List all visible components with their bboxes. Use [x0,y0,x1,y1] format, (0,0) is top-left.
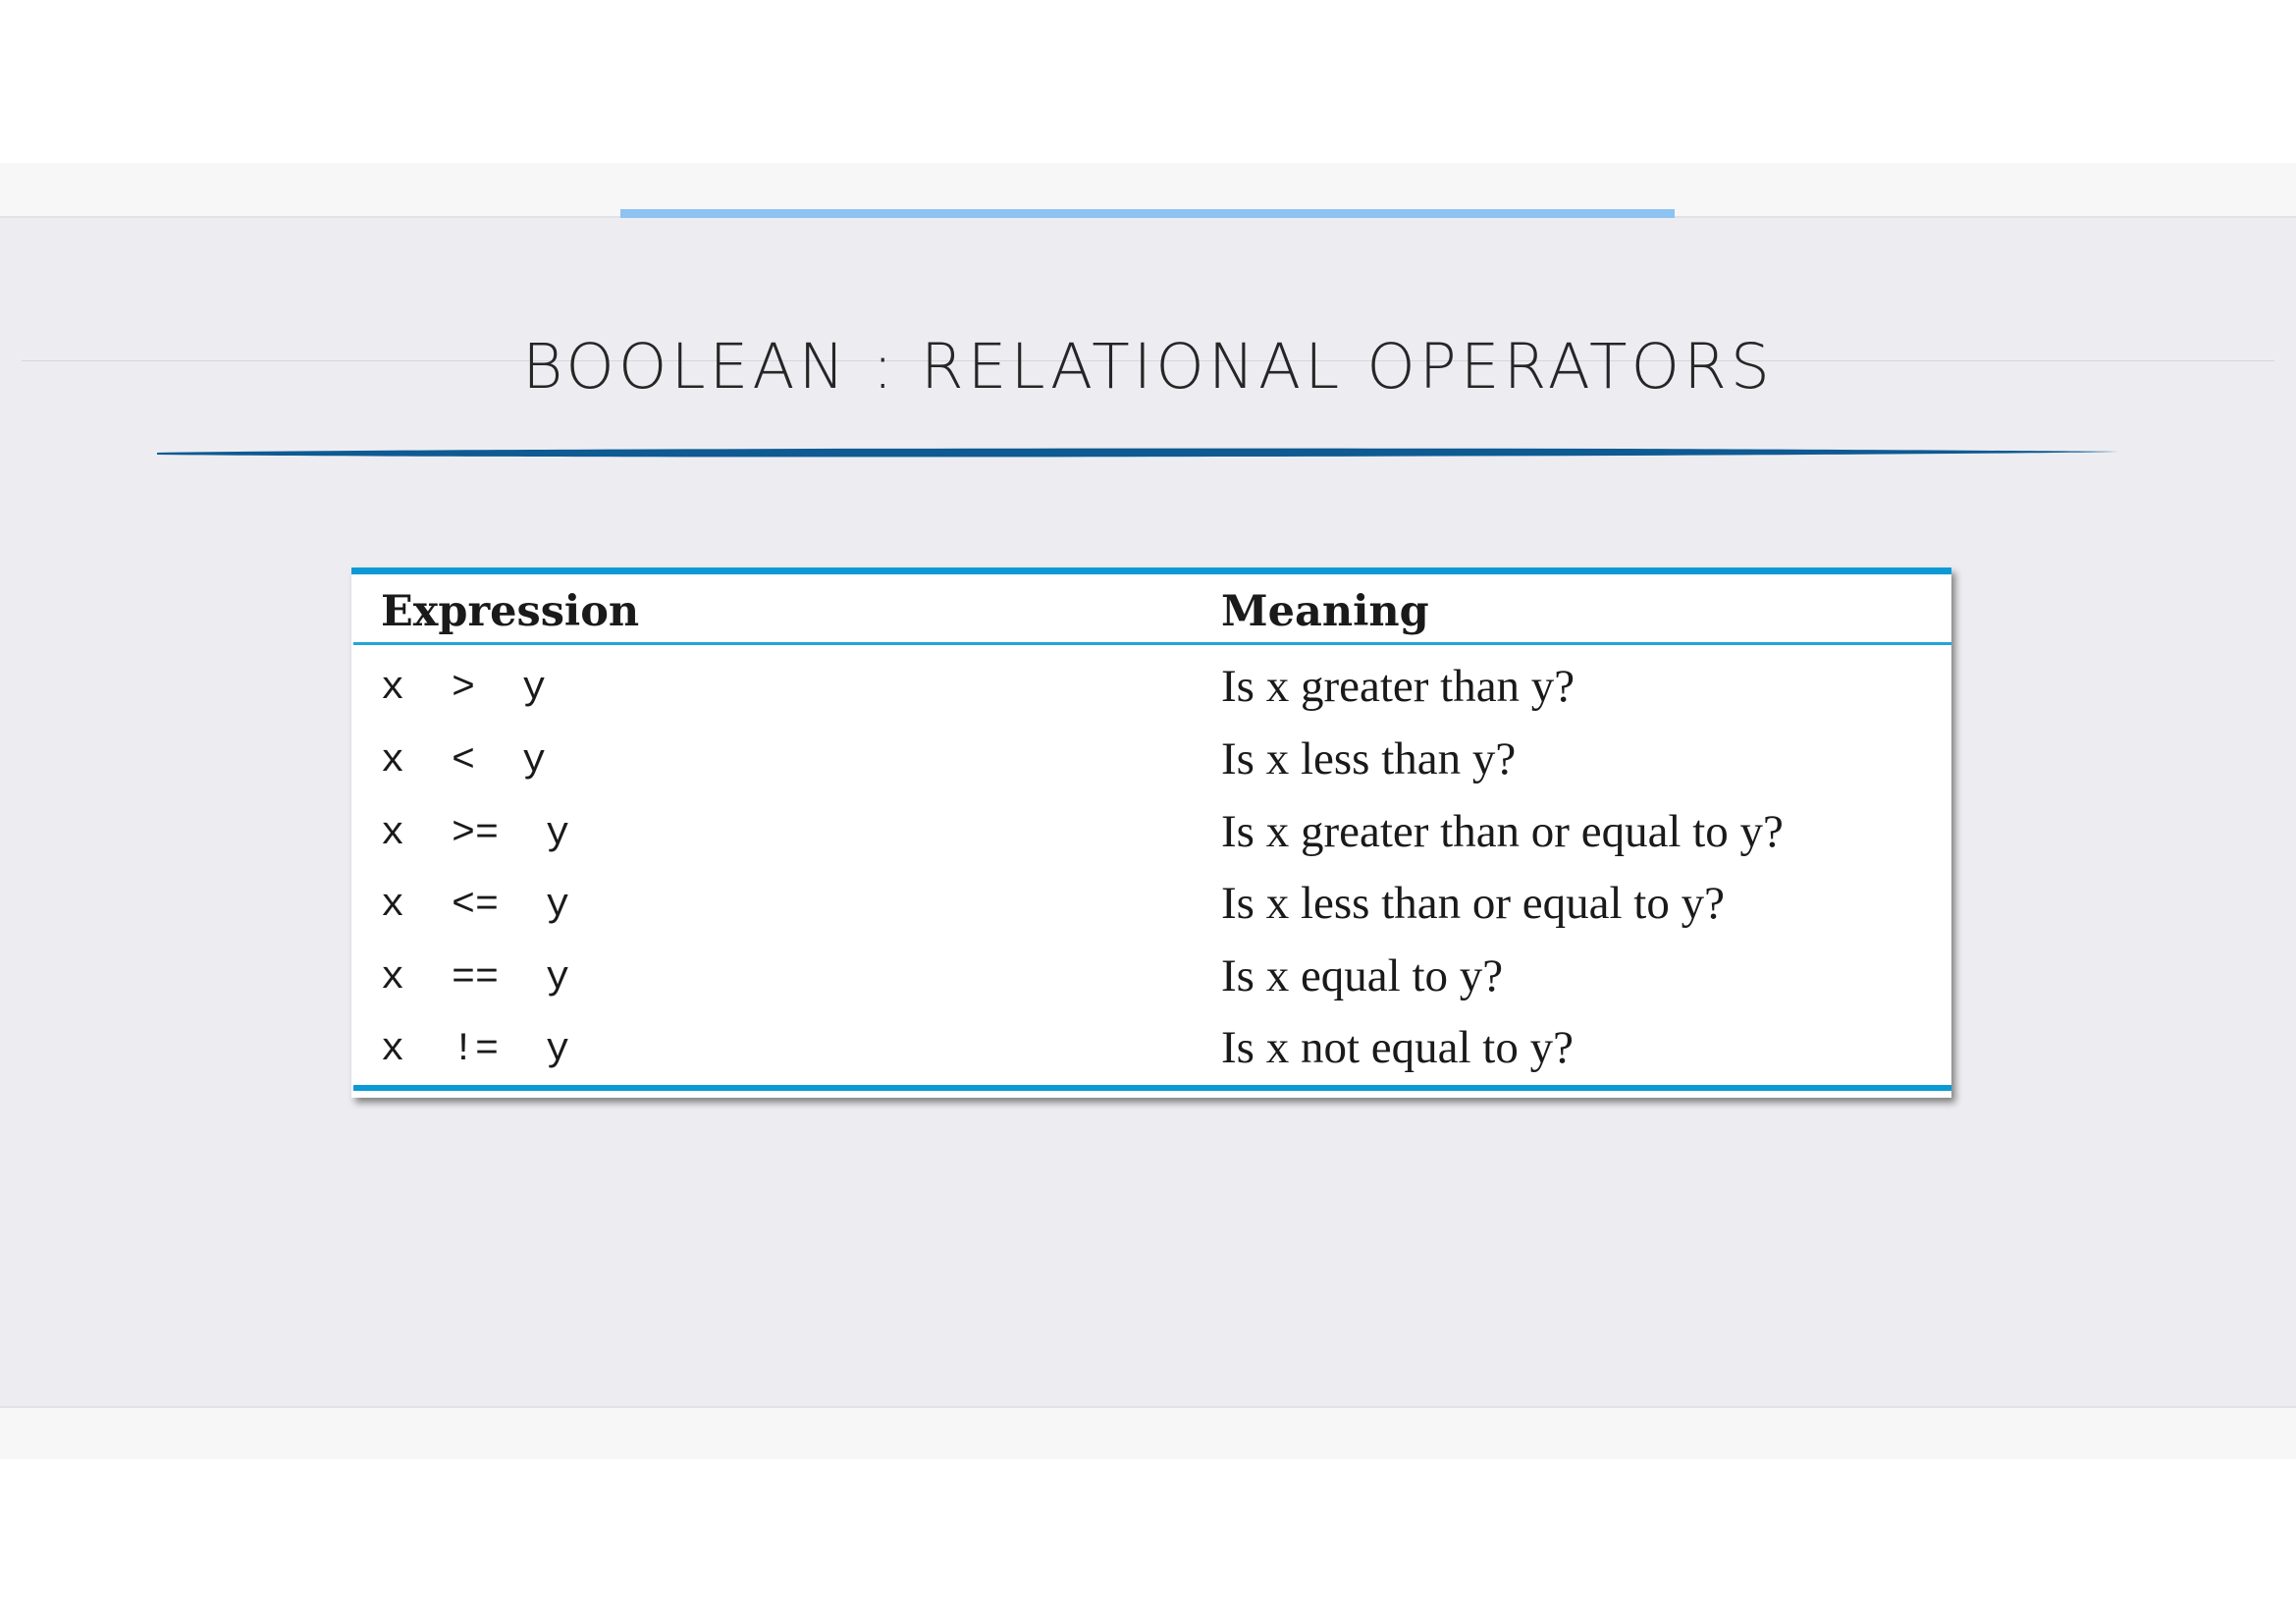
accent-bar [620,209,1675,218]
table-row-expression: x <= y [381,884,570,928]
table-row-meaning: Is x equal to y? [1221,950,1504,1001]
table-row-expression: x > y [381,667,547,711]
page: BOOLEAN : RELATIONAL OPERATORS Expressio… [0,0,2296,1623]
operators-table: Expression Meaning x > y Is x greater th… [351,568,1951,1098]
table-bottom-rule [353,1085,1951,1091]
table-row-meaning: Is x less than or equal to y? [1221,878,1725,929]
table-top-rule [351,568,1951,574]
header-meaning: Meaning [1221,587,1429,636]
table-row-meaning: Is x greater than y? [1221,661,1575,712]
table-row-meaning: Is x less than y? [1221,733,1517,784]
table-header-rule [353,642,1951,645]
slide-title: BOOLEAN : RELATIONAL OPERATORS [522,331,1774,403]
slide: BOOLEAN : RELATIONAL OPERATORS Expressio… [0,163,2296,1459]
slide-bottom-band [0,1406,2296,1459]
table-row-expression: x != y [381,1028,570,1072]
table-row-expression: x == y [381,956,570,1001]
header-expression: Expression [381,587,640,636]
table-row-expression: x < y [381,739,547,784]
underline-stroke [157,448,2118,458]
table-row-meaning: Is x not equal to y? [1221,1022,1574,1073]
table-row-expression: x >= y [381,812,570,856]
table-row-meaning: Is x greater than or equal to y? [1221,806,1784,857]
title-underline [157,448,2118,458]
